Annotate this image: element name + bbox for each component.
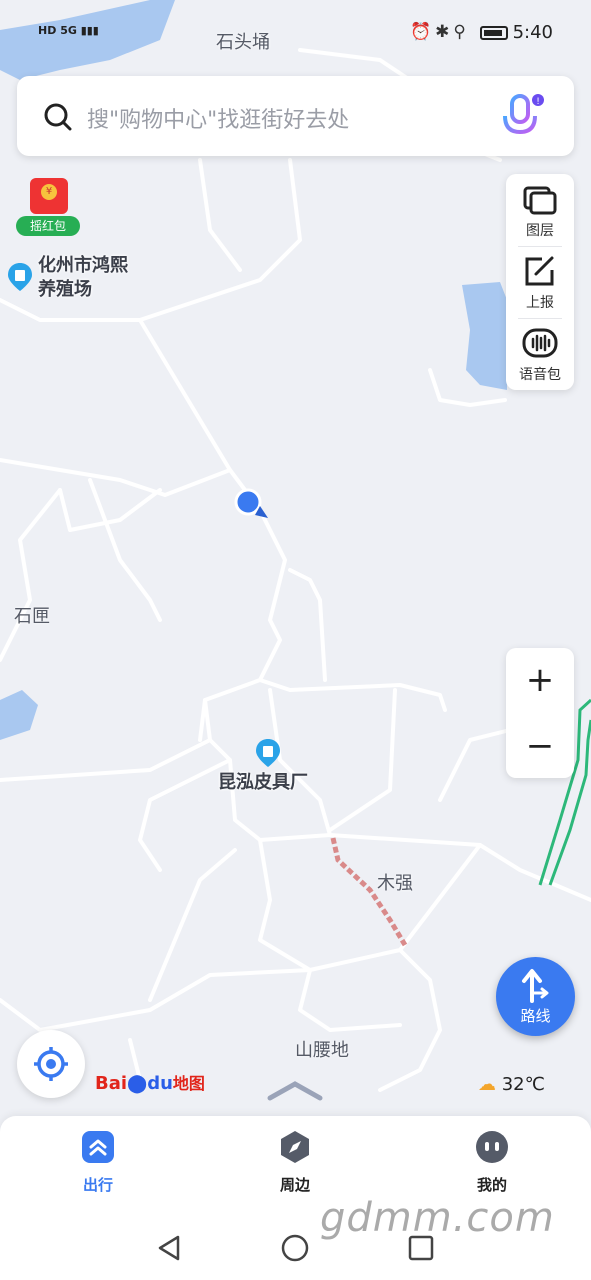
tab-label: 我的: [476, 1176, 507, 1194]
svg-text:!: !: [536, 97, 540, 107]
coin-icon: ¥: [41, 184, 57, 200]
edit-icon: [525, 256, 554, 286]
sun-cloud-icon: ☁: [478, 1074, 496, 1095]
compass-icon: [281, 1131, 309, 1163]
profile-icon: [476, 1131, 508, 1163]
network-indicator: HD 5G ▮▮▮: [38, 24, 99, 37]
place-label: 石匣: [14, 606, 50, 627]
zoom-in-button[interactable]: +: [506, 648, 574, 712]
target-icon: [34, 1047, 68, 1081]
red-packet-label: 摇红包: [16, 216, 80, 236]
watermark: gdmm.com: [320, 1195, 555, 1241]
current-location-marker: [234, 488, 262, 516]
voice-mic-icon[interactable]: !: [500, 92, 544, 142]
zoom-out-button[interactable]: −: [506, 714, 574, 778]
battery-icon: [480, 26, 508, 40]
layers-icon: [523, 186, 557, 215]
poi-pin-icon[interactable]: [7, 262, 33, 292]
layers-button[interactable]: 图层: [506, 174, 574, 246]
status-bar: HD 5G ▮▮▮ ⏰✱⚲ 5:40: [0, 0, 591, 66]
place-label: 木强: [377, 873, 413, 894]
poi-pin-icon[interactable]: [255, 738, 281, 768]
map-tools-panel: 图层 上报 语音包: [506, 174, 574, 390]
tab-label: 周边: [279, 1176, 310, 1194]
poi-label-farm[interactable]: 化州市鸿熙 养殖场: [38, 254, 158, 302]
tab-travel[interactable]: 出行: [48, 1130, 148, 1195]
place-label: 山腰地: [295, 1040, 349, 1061]
route-button[interactable]: 路线: [496, 957, 575, 1036]
baidu-map-logo: Bai⬤du地图: [95, 1073, 205, 1094]
route-label: 路线: [520, 1007, 551, 1025]
red-packet-button[interactable]: ¥ 摇红包: [14, 176, 86, 236]
poi-label-factory[interactable]: 昆泓皮具厂: [218, 771, 308, 795]
voice-pack-icon: [522, 328, 558, 358]
zoom-controls: + −: [506, 648, 574, 778]
status-icons: ⏰✱⚲: [410, 22, 470, 42]
report-label: 上报: [526, 295, 554, 311]
locate-button[interactable]: [17, 1030, 85, 1098]
tab-mine[interactable]: 我的: [442, 1130, 542, 1195]
voice-pack-label: 语音包: [519, 367, 561, 383]
weather-widget[interactable]: ☁ 32℃: [478, 1074, 545, 1095]
back-icon[interactable]: [156, 1234, 182, 1262]
layers-label: 图层: [526, 223, 554, 239]
search-placeholder: 搜"购物中心"找逛街好去处: [87, 108, 350, 133]
search-icon: [44, 103, 72, 131]
paw-icon: ⬤: [127, 1073, 148, 1094]
voice-pack-button[interactable]: 语音包: [506, 318, 574, 390]
tab-label: 出行: [82, 1176, 113, 1194]
temperature: 32℃: [501, 1074, 545, 1095]
route-arrow-icon: [522, 969, 549, 1003]
clock: 5:40: [512, 22, 553, 43]
travel-icon: [82, 1131, 114, 1163]
home-icon[interactable]: [281, 1234, 309, 1262]
search-bar[interactable]: 搜"购物中心"找逛街好去处 !: [17, 76, 574, 156]
tab-nearby[interactable]: 周边: [245, 1130, 345, 1195]
report-button[interactable]: 上报: [506, 246, 574, 318]
